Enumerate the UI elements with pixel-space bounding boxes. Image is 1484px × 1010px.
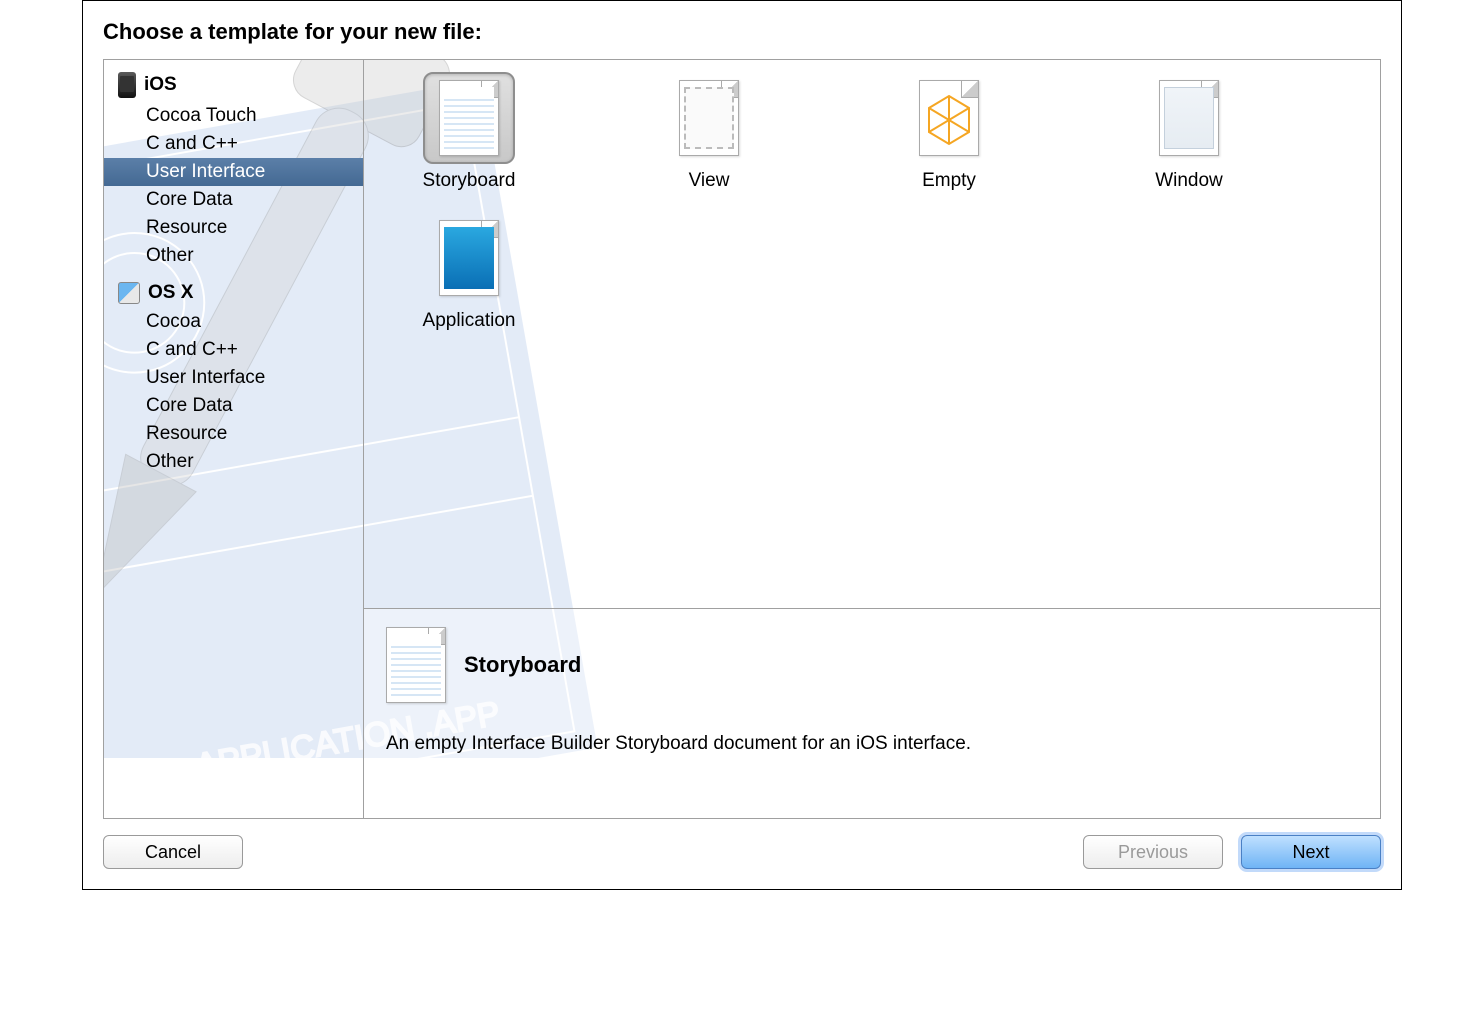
sidebar-item-resource-osx[interactable]: Resource: [104, 420, 363, 448]
template-label: Empty: [922, 170, 976, 192]
sidebar: iOS Cocoa Touch C and C++ User Interface…: [104, 60, 364, 818]
sidebar-item-cocoa[interactable]: Cocoa: [104, 308, 363, 336]
sidebar-item-core-data-osx[interactable]: Core Data: [104, 392, 363, 420]
window-icon: [1159, 80, 1219, 156]
template-label: Application: [423, 310, 516, 332]
detail-description: An empty Interface Builder Storyboard do…: [386, 733, 1358, 755]
detail-title: Storyboard: [464, 652, 581, 678]
sidebar-section-title: iOS: [144, 74, 177, 96]
sidebar-item-c-cpp-osx[interactable]: C and C++: [104, 336, 363, 364]
sidebar-item-core-data-ios[interactable]: Core Data: [104, 186, 363, 214]
sidebar-item-resource-ios[interactable]: Resource: [104, 214, 363, 242]
template-view[interactable]: View: [624, 72, 794, 192]
view-icon: [679, 80, 739, 156]
template-empty[interactable]: Empty: [864, 72, 1034, 192]
detail-panel: Storyboard An empty Interface Builder St…: [364, 608, 1380, 818]
template-application[interactable]: Application: [384, 212, 554, 332]
application-icon: [439, 220, 499, 296]
template-label: Window: [1155, 170, 1223, 192]
next-button[interactable]: Next: [1241, 835, 1381, 869]
storyboard-icon: [386, 627, 446, 703]
main-panel: Storyboard View Empty: [364, 60, 1380, 818]
footer: Cancel Previous Next: [83, 819, 1401, 889]
sidebar-section-osx: OS X: [104, 278, 363, 308]
sidebar-item-user-interface-osx[interactable]: User Interface: [104, 364, 363, 392]
template-label: Storyboard: [423, 170, 516, 192]
template-label: View: [689, 170, 730, 192]
sidebar-section-ios: iOS: [104, 68, 363, 102]
sidebar-section-title: OS X: [148, 282, 193, 304]
page-title: Choose a template for your new file:: [83, 1, 1401, 59]
ios-device-icon: [118, 72, 136, 98]
empty-icon: [919, 80, 979, 156]
templates-grid: Storyboard View Empty: [364, 60, 1380, 608]
sidebar-item-other-osx[interactable]: Other: [104, 448, 363, 476]
cancel-button[interactable]: Cancel: [103, 835, 243, 869]
content-area: APPLICATION .APP iOS Cocoa Touch C and C…: [103, 59, 1381, 819]
sidebar-item-user-interface-ios[interactable]: User Interface: [104, 158, 363, 186]
storyboard-icon: [439, 80, 499, 156]
finder-icon: [118, 282, 140, 304]
sidebar-item-other-ios[interactable]: Other: [104, 242, 363, 270]
template-window[interactable]: Window: [1104, 72, 1274, 192]
sidebar-item-cocoa-touch[interactable]: Cocoa Touch: [104, 102, 363, 130]
sidebar-item-c-cpp-ios[interactable]: C and C++: [104, 130, 363, 158]
previous-button[interactable]: Previous: [1083, 835, 1223, 869]
template-storyboard[interactable]: Storyboard: [384, 72, 554, 192]
